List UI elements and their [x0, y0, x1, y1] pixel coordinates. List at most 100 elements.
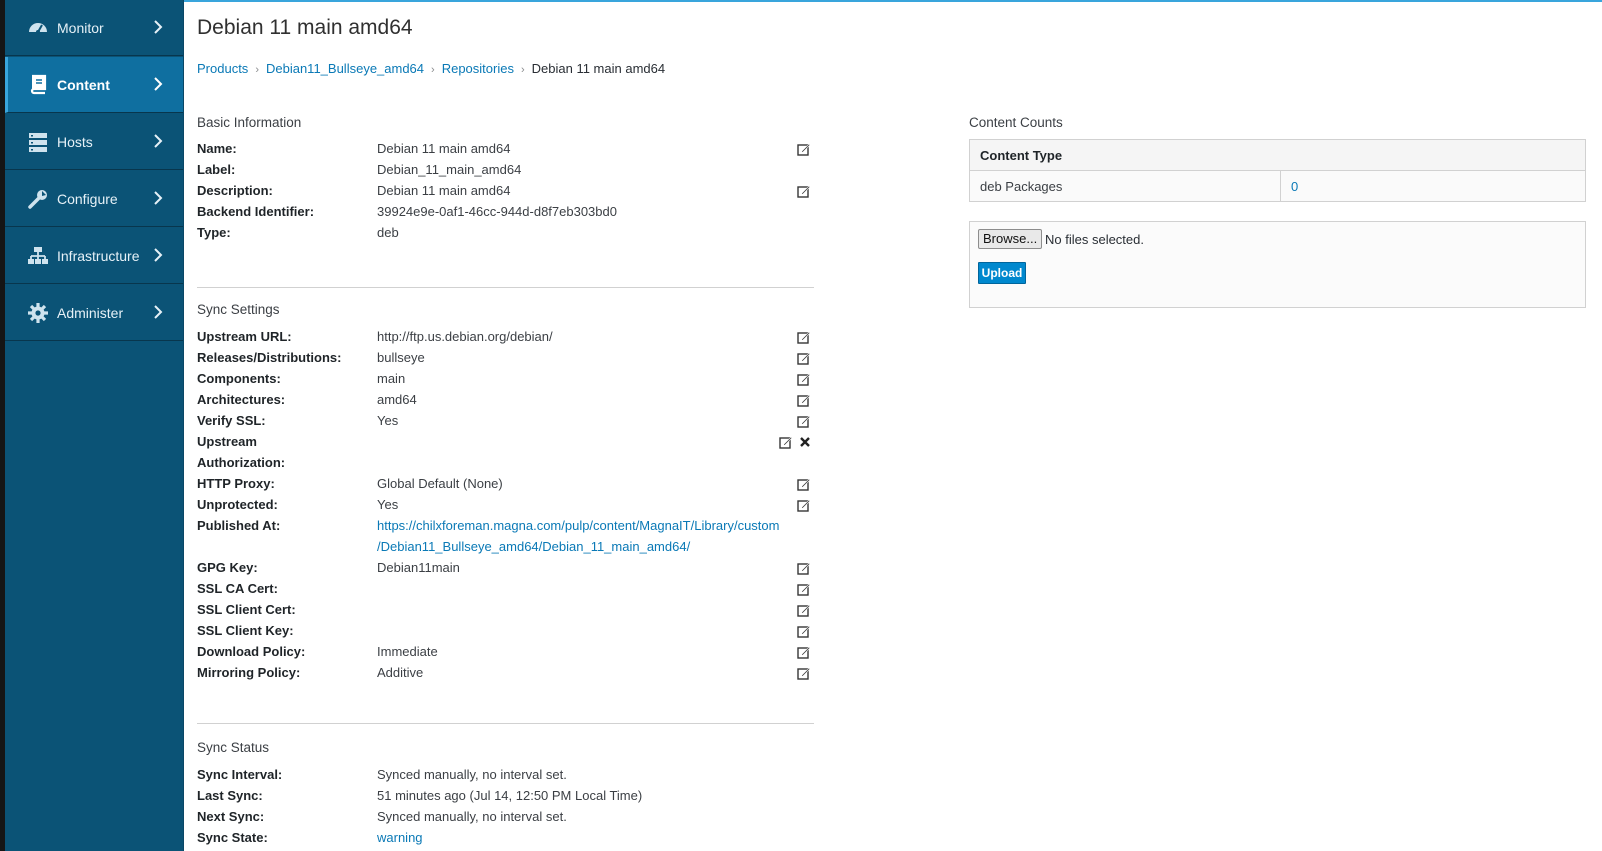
gpg-key-value: Debian11main [377, 560, 460, 575]
upload-button[interactable]: Upload [978, 262, 1026, 284]
chevron-right-icon [154, 77, 163, 91]
sync-state-row: Sync State: warning [197, 830, 811, 850]
sync-state-link[interactable]: warning [377, 830, 423, 845]
next-sync-row: Next Sync: Synced manually, no interval … [197, 809, 811, 829]
sync-settings-heading: Sync Settings [197, 302, 280, 317]
section-divider [197, 723, 814, 724]
nav-item-hosts[interactable]: Hosts [5, 114, 183, 170]
edit-icon[interactable] [797, 561, 811, 575]
edit-icon[interactable] [797, 477, 811, 491]
browse-button[interactable]: Browse... [978, 229, 1043, 249]
column-header-content-type: Content Type [969, 139, 1586, 171]
basic-info-heading: Basic Information [197, 115, 302, 130]
edit-icon[interactable] [797, 393, 811, 407]
field-label: Upstream URL: [197, 329, 292, 344]
published-at-row: Published At: https://chilxforeman.magna… [197, 518, 811, 558]
field-label: GPG Key: [197, 560, 258, 575]
edit-icon[interactable] [797, 330, 811, 344]
top-accent-line [0, 0, 1602, 2]
edit-icon[interactable] [779, 435, 793, 449]
upload-panel: Browse... No files selected. Upload [969, 221, 1586, 308]
nav-item-infrastructure[interactable]: Infrastructure [5, 228, 183, 284]
edit-icon[interactable] [797, 414, 811, 428]
field-label: Label: [197, 162, 236, 177]
nav-item-content[interactable]: Content [5, 57, 183, 113]
upstream-url-value: http://ftp.us.debian.org/debian/ [377, 329, 553, 344]
chevron-right-icon [154, 20, 163, 34]
nav-label: Monitor [57, 19, 104, 36]
download-policy-row: Download Policy: Immediate [197, 644, 811, 664]
breadcrumb-repositories[interactable]: Repositories [442, 61, 514, 76]
field-label: Download Policy: [197, 644, 306, 659]
edit-icon[interactable] [797, 645, 811, 659]
edit-icon[interactable] [797, 603, 811, 617]
field-label: Architectures: [197, 392, 286, 407]
published-at-link-continued[interactable]: /Debian11_Bullseye_amd64/Debian_11_main_… [377, 539, 690, 554]
edit-icon[interactable] [797, 351, 811, 365]
http-proxy-value: Global Default (None) [377, 476, 503, 491]
ssl-client-cert-row: SSL Client Cert: [197, 602, 811, 622]
field-label: Last Sync: [197, 788, 263, 803]
field-label: Sync State: [197, 830, 268, 845]
nav-label: Administer [57, 304, 124, 321]
field-label: Mirroring Policy: [197, 665, 301, 680]
verify-ssl-value: Yes [377, 413, 399, 428]
type-value: deb [377, 225, 399, 240]
last-sync-row: Last Sync: 51 minutes ago (Jul 14, 12:50… [197, 788, 811, 808]
deb-packages-count-link[interactable]: 0 [1291, 179, 1298, 194]
content-counts-table: Content Type deb Packages 0 [969, 139, 1586, 202]
mirroring-policy-row: Mirroring Policy: Additive [197, 665, 811, 685]
edit-icon[interactable] [797, 624, 811, 638]
nav-item-administer[interactable]: Administer [5, 285, 183, 341]
breadcrumb: Products › Debian11_Bullseye_amd64 › Reposit… [197, 61, 665, 76]
field-label: Upstream [197, 434, 257, 449]
label-value: Debian_11_main_amd64 [377, 162, 522, 177]
nav-item-configure[interactable]: Configure [5, 171, 183, 227]
sync-interval-value: Synced manually, no interval set. [377, 767, 567, 782]
edit-icon[interactable] [797, 582, 811, 596]
nav-item-monitor[interactable]: Monitor [5, 0, 183, 56]
verify-ssl-row: Verify SSL: Yes [197, 413, 811, 433]
gpg-key-row: GPG Key: Debian11main [197, 560, 811, 580]
edit-icon[interactable] [797, 372, 811, 386]
ssl-client-key-row: SSL Client Key: [197, 623, 811, 643]
architectures-value: amd64 [377, 392, 417, 407]
components-value: main [377, 371, 406, 386]
nav-label: Hosts [57, 133, 93, 150]
nav-label: Infrastructure [57, 247, 140, 264]
breadcrumb-separator: › [520, 64, 525, 76]
backend-identifier-row: Backend Identifier: 39924e9e-0af1-46cc-9… [197, 204, 811, 224]
close-icon[interactable] [799, 436, 811, 448]
field-label: Sync Interval: [197, 767, 283, 782]
sync-status-heading: Sync Status [197, 740, 270, 755]
content-type-cell: deb Packages [969, 170, 1281, 202]
mirroring-policy-value: Additive [377, 665, 424, 680]
breadcrumb-products[interactable]: Products [197, 61, 248, 76]
edit-icon[interactable] [797, 184, 811, 198]
field-label: Next Sync: [197, 809, 265, 824]
nav-label: Configure [57, 190, 118, 207]
field-label: Name: [197, 141, 237, 156]
field-label: Published At: [197, 518, 281, 533]
table-row: deb Packages 0 [969, 170, 1586, 202]
unprotected-value: Yes [377, 497, 399, 512]
edit-icon[interactable] [797, 498, 811, 512]
edit-icon[interactable] [797, 142, 811, 156]
gear-icon [28, 303, 48, 323]
field-label: Backend Identifier: [197, 204, 315, 219]
edit-icon[interactable] [797, 666, 811, 680]
components-row: Components: main [197, 371, 811, 391]
field-label: Authorization: [197, 455, 286, 470]
page-title: Debian 11 main amd64 [197, 16, 413, 39]
field-label: Components: [197, 371, 281, 386]
backend-identifier-value: 39924e9e-0af1-46cc-944d-d8f7eb303bd0 [377, 204, 617, 219]
breadcrumb-product[interactable]: Debian11_Bullseye_amd64 [266, 61, 424, 76]
unprotected-row: Unprotected: Yes [197, 497, 811, 517]
label-row: Label: Debian_11_main_amd64 [197, 162, 811, 182]
field-label: Type: [197, 225, 231, 240]
last-sync-value: 51 minutes ago (Jul 14, 12:50 PM Local T… [377, 788, 643, 803]
published-at-link[interactable]: https://chilxforeman.magna.com/pulp/cont… [377, 518, 779, 533]
chevron-right-icon [154, 248, 163, 262]
chevron-right-icon [154, 305, 163, 319]
breadcrumb-separator: › [255, 64, 259, 76]
